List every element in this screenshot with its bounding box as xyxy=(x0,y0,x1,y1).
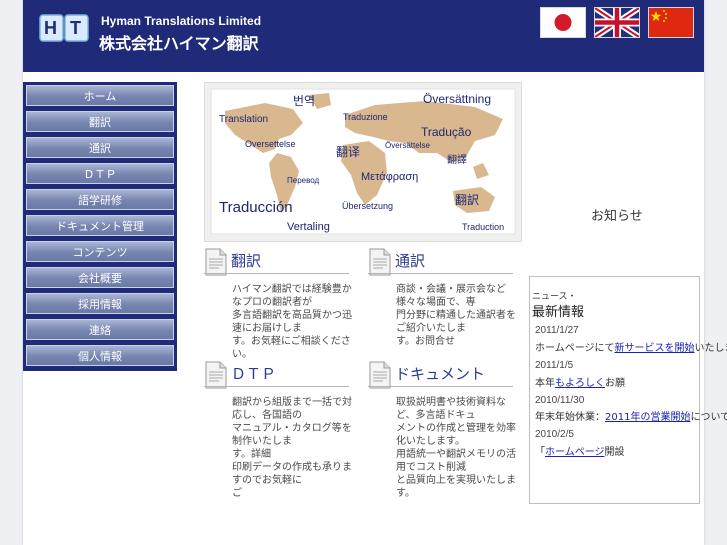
section-text-interpreting: 商談・会議・展示会など様々な場面で、専 門分野に精通した通訳者をご紹介いたしま … xyxy=(396,284,516,347)
section-title-document[interactable]: ドキュメント xyxy=(395,363,485,384)
news-item-pre: 「 xyxy=(535,447,545,458)
news-item-text: 年末年始休業：2011年の営業開始について xyxy=(535,408,727,423)
nav-item-contact[interactable]: 連絡 xyxy=(26,319,174,340)
nav-item-translation[interactable]: 翻訳 xyxy=(26,111,174,132)
section-text-document: 取扱説明書や技術資料など、多言語ドキュ メントの作成と管理を効率化いたします。 … xyxy=(396,397,516,499)
company-name-jp: 株式会社ハイマン翻訳 xyxy=(99,34,259,53)
news-heading: 最新情報 xyxy=(532,305,585,320)
nav-item-home[interactable]: ホーム xyxy=(26,85,174,106)
uk-flag-icon[interactable] xyxy=(594,7,640,38)
news-item-text: ホームページにて新サービスを開始いたしました xyxy=(535,339,727,354)
news-item-text: 「ホームページ開設 xyxy=(535,443,625,458)
section-title-dtp[interactable]: ＤＴＰ xyxy=(231,363,276,384)
map-word-chinese-simplified: 翻译 xyxy=(336,145,361,159)
news-item-link[interactable]: もよろしく xyxy=(555,378,605,389)
news-box: ニュース・ 最新情報 2011/1/27 ホームページにて新サービスを開始いたし… xyxy=(529,276,727,504)
section-divider xyxy=(204,273,349,274)
news-date: 2010/2/5 xyxy=(535,429,574,440)
news-date: 2010/11/30 xyxy=(535,395,585,406)
logo-ht-icon[interactable]: H T xyxy=(39,13,89,45)
news-item-link[interactable]: ホームページ xyxy=(545,447,605,458)
news-item-post: いたしました xyxy=(694,343,727,354)
nav-item-recruit[interactable]: 採用情報 xyxy=(26,293,174,314)
map-word-chinese-traditional: 翻譯 xyxy=(447,155,467,166)
news-item-text: 本年もよろしくお願 xyxy=(535,374,625,389)
map-word-norwegian: Oversettelse xyxy=(245,139,296,149)
world-map-banner: 번역 Översättning Translation Traduzione T… xyxy=(204,82,522,242)
site-header: H T Hyman Translations Limited 株式会社ハイマン翻… xyxy=(23,0,704,72)
logo-letter-h: H xyxy=(44,18,57,38)
map-word-spanish: Traducción xyxy=(219,199,293,216)
section-divider xyxy=(368,273,513,274)
map-word-swedish-alt: Översättelse xyxy=(385,141,430,150)
world-map-image xyxy=(210,88,516,235)
news-item-link[interactable]: 2011年の営業開始 xyxy=(605,412,690,423)
document-icon xyxy=(369,248,391,276)
map-word-swedish: Översättning xyxy=(423,92,492,106)
section-divider xyxy=(204,386,349,387)
news-date: 2011/1/27 xyxy=(535,325,579,336)
section-title-interpreting[interactable]: 通訳 xyxy=(395,250,425,271)
document-icon xyxy=(369,361,391,389)
company-name-en: Hyman Translations Limited xyxy=(101,14,262,28)
nav-item-document-management[interactable]: ドキュメント管理 xyxy=(26,215,174,236)
news-item-pre: 本年 xyxy=(535,378,555,389)
section-text-translation: ハイマン翻訳では経験豊かなプロの翻訳者が 多言語翻訳を高品質かつ迅速にお届けしま… xyxy=(232,284,352,360)
news-item-post: お願 xyxy=(605,378,625,389)
document-icon xyxy=(205,248,227,276)
news-item-post: 開設 xyxy=(604,447,625,458)
map-word-german: Übersetzung xyxy=(342,201,394,211)
document-icon xyxy=(205,361,227,389)
page: H T Hyman Translations Limited 株式会社ハイマン翻… xyxy=(23,0,727,545)
nav-item-dtp[interactable]: ＤＴＰ xyxy=(26,163,174,184)
map-word-italian: Traduzione xyxy=(343,112,388,122)
nav-item-contents[interactable]: コンテンツ xyxy=(26,241,174,262)
nav-item-interpreting[interactable]: 通訳 xyxy=(26,137,174,158)
map-word-portuguese: Tradução xyxy=(421,125,472,139)
nav-item-language-training[interactable]: 語学研修 xyxy=(26,189,174,210)
section-title-translation[interactable]: 翻訳 xyxy=(231,250,261,271)
sidebar-nav: ホーム 翻訳 通訳 ＤＴＰ 語学研修 ドキュメント管理 コンテンツ 会社概要 採… xyxy=(23,82,177,371)
aside-title: お知らせ xyxy=(591,209,643,224)
news-item-link[interactable]: 新サービスを開始 xyxy=(615,343,695,354)
map-word-english: Translation xyxy=(219,114,269,125)
map-word-russian: Перевод xyxy=(287,176,320,185)
map-word-french: Traduction xyxy=(462,222,505,232)
map-word-greek: Μετάφραση xyxy=(361,171,419,183)
nav-item-company[interactable]: 会社概要 xyxy=(26,267,174,288)
section-divider xyxy=(368,386,513,387)
news-item-pre: 年末年始休業： xyxy=(535,412,605,423)
nav-item-privacy[interactable]: 個人情報 xyxy=(26,345,174,366)
news-item-pre: ホームページにて xyxy=(535,343,615,354)
china-flag-icon[interactable] xyxy=(648,7,694,38)
japan-flag-icon[interactable] xyxy=(540,7,586,38)
news-item-post: について xyxy=(690,412,727,423)
logo-letter-t: T xyxy=(70,18,81,38)
section-text-dtp: 翻訳から組版まで一括で対応し、各国語の マニュアル・カタログ等を制作いたしま す… xyxy=(232,397,352,499)
map-word-japanese: 翻訳 xyxy=(455,193,480,207)
map-word-korean: 번역 xyxy=(293,94,316,108)
map-word-dutch: Vertaling xyxy=(287,221,330,233)
news-date: 2011/1/5 xyxy=(535,360,574,371)
